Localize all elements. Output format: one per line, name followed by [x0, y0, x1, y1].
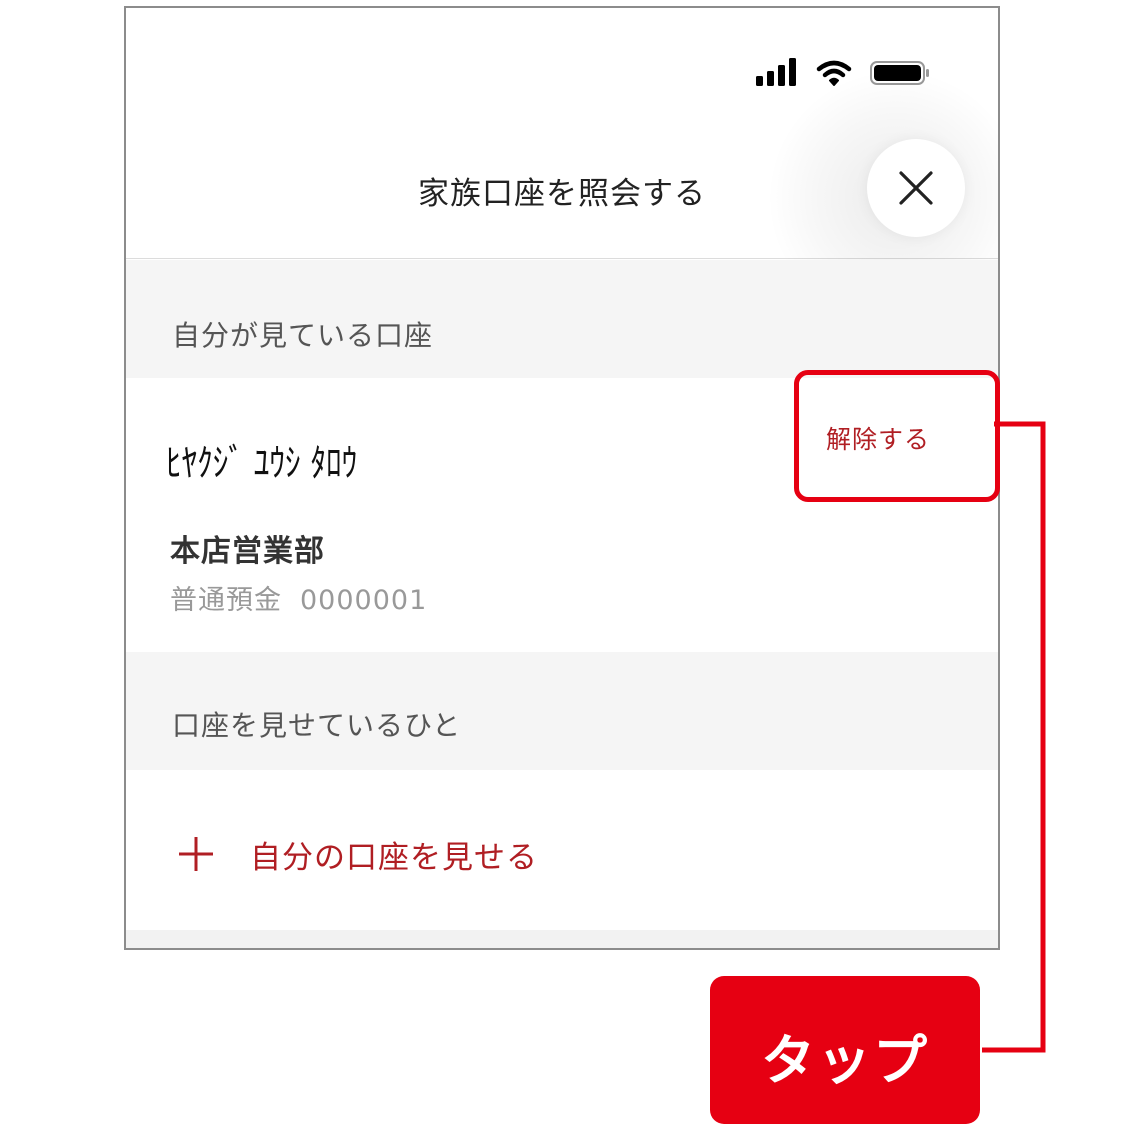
share-my-account-button[interactable]: 自分の口座を見せる — [126, 770, 998, 930]
sharing-section-label: 口座を見せているひと — [172, 709, 462, 742]
share-my-account-label: 自分の口座を見せる — [250, 840, 538, 876]
stage: 家族口座を照会する 自分が見ている口座 ﾋﾔｸｼﾞ ﾕｳｼ ﾀﾛｳ 解除する 本… — [0, 0, 1126, 1124]
viewing-section-label: 自分が見ている口座 — [172, 319, 434, 352]
branch-name: 本店営業部 — [170, 534, 325, 569]
battery-icon — [870, 61, 929, 85]
account-type: 普通預金 — [170, 585, 282, 616]
account-holder-name: ﾋﾔｸｼﾞ ﾕｳｼ ﾀﾛｳ — [166, 441, 358, 485]
viewing-section-header: 自分が見ている口座 — [126, 260, 998, 378]
plus-icon — [179, 837, 213, 871]
tap-label: タップ — [761, 1029, 929, 1092]
header: 家族口座を照会する — [126, 68, 998, 328]
close-button[interactable] — [867, 139, 965, 237]
signal-icon — [756, 58, 802, 86]
bottom-strip — [126, 930, 998, 948]
account-detail: 普通預金 0000001 — [170, 578, 427, 617]
sharing-section-header: 口座を見せているひと — [126, 652, 998, 770]
account-number: 0000001 — [300, 585, 428, 616]
release-highlight-box — [794, 370, 1000, 502]
tap-badge: タップ — [710, 976, 980, 1124]
close-icon — [899, 171, 933, 205]
wifi-icon — [816, 60, 852, 86]
